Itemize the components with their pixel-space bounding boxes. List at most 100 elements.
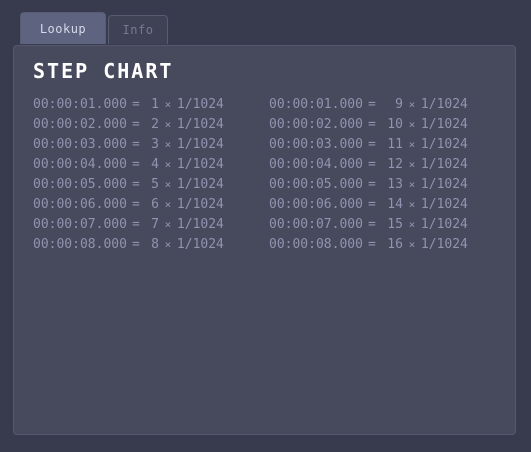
equals-sign: = (132, 156, 140, 172)
step-time: 00:00:01.000 (33, 96, 127, 112)
step-entry-left: 00:00:06.000 = 6 × 1/1024 (33, 197, 269, 212)
times-sign: × (408, 157, 416, 171)
step-time: 00:00:05.000 (269, 176, 363, 192)
tab-lookup[interactable]: Lookup (20, 12, 106, 44)
times-sign: × (164, 237, 172, 251)
tab-info[interactable]: Info (108, 15, 168, 44)
step-fraction: 1/1024 (176, 156, 224, 172)
step-time: 00:00:06.000 (269, 196, 363, 212)
step-fraction: 1/1024 (176, 236, 224, 252)
step-fraction: 1/1024 (420, 196, 468, 212)
step-chart-table: 00:00:01.000 = 1 × 1/1024 00:00:01.000 = 9 × 1/10… (33, 94, 503, 254)
times-sign: × (408, 117, 416, 131)
equals-sign: = (368, 176, 376, 192)
times-sign: × (164, 117, 172, 131)
step-entry-left: 00:00:05.000 = 5 × 1/1024 (33, 177, 269, 192)
step-fraction: 1/1024 (176, 196, 224, 212)
equals-sign: = (368, 156, 376, 172)
tab-bar: Lookup Info (20, 12, 168, 44)
equals-sign: = (368, 236, 376, 252)
times-sign: × (408, 177, 416, 191)
equals-sign: = (132, 116, 140, 132)
step-entry-right: 00:00:08.000 = 16 × 1/1024 (269, 237, 503, 252)
step-time: 00:00:02.000 (33, 116, 127, 132)
step-fraction: 1/1024 (420, 116, 468, 132)
step-entry-left: 00:00:07.000 = 7 × 1/1024 (33, 217, 269, 232)
step-fraction: 1/1024 (176, 176, 224, 192)
times-sign: × (408, 237, 416, 251)
step-multiplier: 7 (151, 216, 159, 232)
step-time: 00:00:08.000 (33, 236, 127, 252)
step-chart-row: 00:00:01.000 = 1 × 1/1024 00:00:01.000 = 9 × 1/10… (33, 94, 503, 114)
step-entry-right: 00:00:03.000 = 11 × 1/1024 (269, 137, 503, 152)
times-sign: × (164, 217, 172, 231)
step-fraction: 1/1024 (420, 156, 468, 172)
step-fraction: 1/1024 (420, 176, 468, 192)
times-sign: × (164, 197, 172, 211)
equals-sign: = (368, 96, 376, 112)
step-multiplier: 5 (151, 176, 159, 192)
step-chart-row: 00:00:06.000 = 6 × 1/1024 00:00:06.000 = 14 × 1/1… (33, 194, 503, 214)
step-multiplier: 11 (387, 136, 403, 152)
times-sign: × (408, 137, 416, 151)
step-time: 00:00:08.000 (269, 236, 363, 252)
step-multiplier: 16 (387, 236, 403, 252)
step-multiplier: 14 (387, 196, 403, 212)
panel-title: STEP CHART (33, 59, 174, 83)
step-multiplier: 10 (387, 116, 403, 132)
step-multiplier: 12 (387, 156, 403, 172)
step-time: 00:00:03.000 (269, 136, 363, 152)
equals-sign: = (132, 236, 140, 252)
step-multiplier: 6 (151, 196, 159, 212)
step-fraction: 1/1024 (176, 116, 224, 132)
step-chart-row: 00:00:04.000 = 4 × 1/1024 00:00:04.000 = 12 × 1/1… (33, 154, 503, 174)
step-multiplier: 15 (387, 216, 403, 232)
step-fraction: 1/1024 (420, 136, 468, 152)
times-sign: × (408, 97, 416, 111)
step-fraction: 1/1024 (176, 136, 224, 152)
step-entry-right: 00:00:01.000 = 9 × 1/1024 (269, 97, 503, 112)
step-entry-left: 00:00:02.000 = 2 × 1/1024 (33, 117, 269, 132)
times-sign: × (164, 177, 172, 191)
step-entry-left: 00:00:08.000 = 8 × 1/1024 (33, 237, 269, 252)
equals-sign: = (132, 196, 140, 212)
step-entry-right: 00:00:05.000 = 13 × 1/1024 (269, 177, 503, 192)
step-multiplier: 4 (151, 156, 159, 172)
step-time: 00:00:07.000 (269, 216, 363, 232)
step-entry-right: 00:00:04.000 = 12 × 1/1024 (269, 157, 503, 172)
step-time: 00:00:04.000 (269, 156, 363, 172)
step-fraction: 1/1024 (176, 96, 224, 112)
step-fraction: 1/1024 (176, 216, 224, 232)
step-multiplier: 3 (151, 136, 159, 152)
times-sign: × (164, 97, 172, 111)
step-time: 00:00:02.000 (269, 116, 363, 132)
step-entry-right: 00:00:02.000 = 10 × 1/1024 (269, 117, 503, 132)
step-chart-row: 00:00:07.000 = 7 × 1/1024 00:00:07.000 = 15 × 1/1… (33, 214, 503, 234)
step-time: 00:00:06.000 (33, 196, 127, 212)
step-entry-right: 00:00:07.000 = 15 × 1/1024 (269, 217, 503, 232)
step-entry-left: 00:00:03.000 = 3 × 1/1024 (33, 137, 269, 152)
equals-sign: = (132, 136, 140, 152)
lookup-panel: STEP CHART 00:00:01.000 = 1 × 1/1024 00:00:01… (13, 45, 516, 435)
step-chart-row: 00:00:05.000 = 5 × 1/1024 00:00:05.000 = 13 × 1/1… (33, 174, 503, 194)
times-sign: × (408, 197, 416, 211)
step-fraction: 1/1024 (420, 236, 468, 252)
step-fraction: 1/1024 (420, 96, 468, 112)
equals-sign: = (132, 96, 140, 112)
step-time: 00:00:04.000 (33, 156, 127, 172)
step-time: 00:00:07.000 (33, 216, 127, 232)
equals-sign: = (132, 216, 140, 232)
step-fraction: 1/1024 (420, 216, 468, 232)
step-chart-row: 00:00:08.000 = 8 × 1/1024 00:00:08.000 = 16 × 1/1… (33, 234, 503, 254)
step-time: 00:00:05.000 (33, 176, 127, 192)
times-sign: × (164, 137, 172, 151)
step-chart-row: 00:00:03.000 = 3 × 1/1024 00:00:03.000 = 11 × 1/1… (33, 134, 503, 154)
step-time: 00:00:01.000 (269, 96, 363, 112)
equals-sign: = (132, 176, 140, 192)
times-sign: × (408, 217, 416, 231)
equals-sign: = (368, 216, 376, 232)
step-multiplier: 1 (151, 96, 159, 112)
step-multiplier: 9 (395, 96, 403, 112)
step-entry-left: 00:00:04.000 = 4 × 1/1024 (33, 157, 269, 172)
step-time: 00:00:03.000 (33, 136, 127, 152)
